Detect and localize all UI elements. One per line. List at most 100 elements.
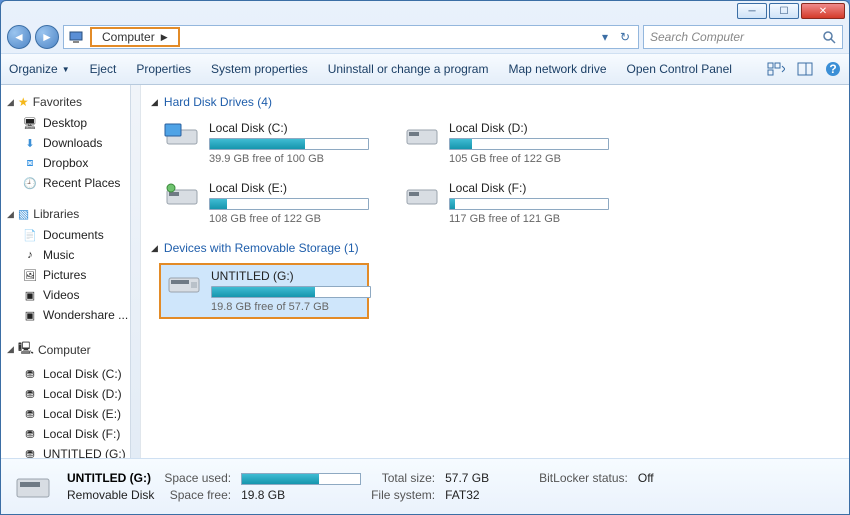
collapse-icon: ◢ — [151, 97, 158, 108]
refresh-button[interactable]: ↻ — [616, 28, 634, 46]
collapse-icon: ◢ — [151, 243, 158, 254]
drive-c[interactable]: Local Disk (C:) 39.9 GB free of 100 GB — [159, 117, 369, 169]
drive-e[interactable]: Local Disk (E:) 108 GB free of 122 GB — [159, 177, 369, 229]
drive-free-text: 117 GB free of 121 GB — [449, 213, 609, 225]
drive-free-text: 105 GB free of 122 GB — [449, 153, 609, 165]
explorer-window: ─ ☐ ✕ ◄ ► Computer ▶ ▾ ↻ Search Computer — [0, 0, 850, 515]
sidebar-item-drive-e[interactable]: ⛃Local Disk (E:) — [3, 404, 138, 424]
address-dropdown-icon[interactable]: ▾ — [596, 28, 614, 46]
removable-section-header[interactable]: ◢ Devices with Removable Storage (1) — [151, 241, 839, 255]
sidebar-item-recent[interactable]: 🕘Recent Places — [3, 173, 138, 193]
usage-bar — [209, 198, 369, 210]
sidebar-item-drive-f[interactable]: ⛃Local Disk (F:) — [3, 424, 138, 444]
hdd-icon — [163, 121, 201, 151]
sidebar-item-dropbox[interactable]: ⧈Dropbox — [3, 153, 138, 173]
main-pane: ◢ Hard Disk Drives (4) Local Disk (C:) 3… — [141, 85, 849, 458]
desktop-icon: 🖥 — [23, 116, 37, 130]
space-used-label: Space used: — [164, 471, 231, 485]
drive-free-text: 108 GB free of 122 GB — [209, 213, 369, 225]
sidebar-item-music[interactable]: ♪Music — [3, 245, 138, 265]
sidebar-item-desktop[interactable]: 🖥Desktop — [3, 113, 138, 133]
removable-icon — [165, 269, 203, 299]
favorites-label: Favorites — [33, 95, 82, 109]
music-icon: ♪ — [23, 248, 37, 262]
sidebar-item-downloads[interactable]: ⬇Downloads — [3, 133, 138, 153]
documents-icon: 📄 — [23, 228, 37, 242]
system-properties-button[interactable]: System properties — [211, 62, 308, 76]
space-free-label: Space free: — [164, 488, 231, 502]
organize-button[interactable]: Organize ▼ — [9, 62, 70, 76]
preview-pane-button[interactable] — [797, 62, 813, 76]
status-subtitle: Removable Disk — [67, 488, 154, 502]
map-drive-button[interactable]: Map network drive — [508, 62, 606, 76]
favorites-group[interactable]: ◢ ★ Favorites — [3, 91, 138, 113]
sidebar-item-drive-c[interactable]: ⛃Local Disk (C:) — [3, 364, 138, 384]
sidebar-item-wondershare[interactable]: ▣Wondershare ... — [3, 305, 138, 325]
usb-icon: ⛃ — [23, 447, 37, 458]
sidebar-item-videos[interactable]: ▣Videos — [3, 285, 138, 305]
collapse-icon: ◢ — [7, 344, 14, 355]
bitlocker-label: BitLocker status: — [539, 471, 628, 485]
computer-group[interactable]: ◢ 🖳 Computer — [3, 335, 138, 364]
usage-bar — [211, 286, 371, 298]
search-placeholder: Search Computer — [650, 30, 744, 44]
uninstall-button[interactable]: Uninstall or change a program — [328, 62, 489, 76]
properties-button[interactable]: Properties — [136, 62, 191, 76]
sidebar-item-pictures[interactable]: 🖼Pictures — [3, 265, 138, 285]
pictures-icon: 🖼 — [23, 268, 37, 282]
drive-name: Local Disk (D:) — [449, 121, 609, 135]
total-size-label: Total size: — [371, 471, 435, 485]
computer-icon: 🖳 — [18, 339, 34, 360]
drive-name: Local Disk (F:) — [449, 181, 609, 195]
chevron-down-icon: ▼ — [62, 65, 70, 74]
nav-pane: ◢ ★ Favorites 🖥Desktop ⬇Downloads ⧈Dropb… — [1, 85, 141, 458]
hdd-section-header[interactable]: ◢ Hard Disk Drives (4) — [151, 95, 839, 109]
details-pane: UNTITLED (G:) Removable Disk Space used:… — [1, 458, 849, 514]
sidebar-item-drive-d[interactable]: ⛃Local Disk (D:) — [3, 384, 138, 404]
hdd-icon: ⛃ — [23, 427, 37, 441]
drive-g[interactable]: UNTITLED (G:) 19.8 GB free of 57.7 GB — [159, 263, 369, 319]
collapse-icon: ◢ — [7, 209, 14, 220]
downloads-icon: ⬇ — [23, 136, 37, 150]
search-box[interactable]: Search Computer — [643, 25, 843, 49]
sidebar-item-drive-g[interactable]: ⛃UNTITLED (G:) — [3, 444, 138, 458]
computer-label: Computer — [38, 343, 91, 357]
drive-d[interactable]: Local Disk (D:) 105 GB free of 122 GB — [399, 117, 609, 169]
eject-button[interactable]: Eject — [90, 62, 117, 76]
star-icon: ★ — [18, 95, 29, 109]
close-button[interactable]: ✕ — [801, 3, 845, 19]
help-button[interactable]: ? — [825, 61, 841, 77]
libraries-icon: ▧ — [18, 207, 29, 221]
forward-button[interactable]: ► — [35, 25, 59, 49]
control-panel-button[interactable]: Open Control Panel — [627, 62, 732, 76]
bitlocker-value: Off — [638, 471, 654, 485]
view-options-button[interactable] — [767, 62, 785, 76]
sidebar-scrollbar[interactable] — [130, 85, 140, 458]
drive-name: UNTITLED (G:) — [211, 269, 371, 283]
sidebar-item-documents[interactable]: 📄Documents — [3, 225, 138, 245]
address-bar[interactable]: Computer ▶ ▾ ↻ — [63, 25, 639, 49]
usage-bar — [449, 138, 609, 150]
chevron-right-icon: ▶ — [161, 32, 168, 43]
breadcrumb-computer[interactable]: Computer ▶ — [90, 27, 180, 47]
status-usage-bar — [241, 473, 361, 485]
status-title: UNTITLED (G:) — [67, 471, 151, 485]
breadcrumb-label: Computer — [102, 30, 155, 44]
drive-name: Local Disk (C:) — [209, 121, 369, 135]
videos-icon: ▣ — [23, 288, 37, 302]
usage-bar — [209, 138, 369, 150]
computer-icon — [68, 29, 84, 45]
file-system-value: FAT32 — [445, 488, 489, 502]
maximize-button[interactable]: ☐ — [769, 3, 799, 19]
minimize-button[interactable]: ─ — [737, 3, 767, 19]
usage-bar — [449, 198, 609, 210]
removable-icon — [13, 469, 53, 505]
hdd-icon: ⛃ — [23, 387, 37, 401]
drive-f[interactable]: Local Disk (F:) 117 GB free of 121 GB — [399, 177, 609, 229]
hdd-icon — [163, 181, 201, 211]
space-free-value: 19.8 GB — [241, 488, 361, 502]
titlebar: ─ ☐ ✕ — [1, 1, 849, 21]
total-size-value: 57.7 GB — [445, 471, 489, 485]
libraries-group[interactable]: ◢ ▧ Libraries — [3, 203, 138, 225]
back-button[interactable]: ◄ — [7, 25, 31, 49]
